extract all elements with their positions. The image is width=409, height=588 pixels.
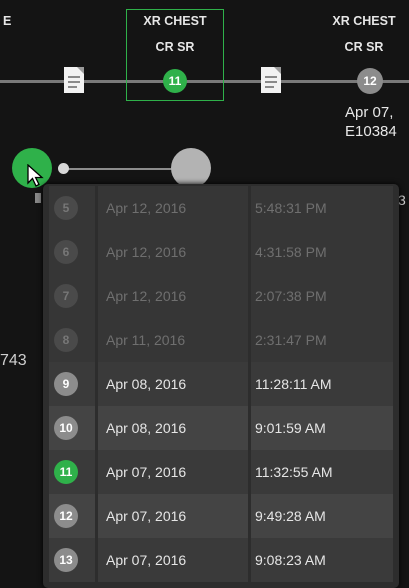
slider-end-handle[interactable]	[171, 148, 211, 188]
slider-dot[interactable]	[58, 163, 69, 174]
item-time: 2:07:38 PM	[255, 288, 327, 304]
study-12-id: E10384	[345, 123, 397, 140]
study-12-modality: XR CHEST	[332, 14, 396, 28]
list-item[interactable]: 13 Apr 07, 2016 9:08:23 AM	[49, 538, 393, 582]
timeline-left-label: E	[3, 14, 12, 28]
item-number: 13	[54, 548, 78, 572]
item-date: Apr 11, 2016	[106, 332, 186, 348]
list-item[interactable]: 5 Apr 12, 2016 5:48:31 PM	[49, 186, 393, 230]
list-item[interactable]: 10 Apr 08, 2016 9:01:59 AM	[49, 406, 393, 450]
left-edge-value: 743	[0, 352, 27, 369]
item-date: Apr 12, 2016	[106, 200, 187, 216]
item-number: 9	[54, 372, 78, 396]
item-date: Apr 12, 2016	[106, 244, 187, 260]
list-item[interactable]: 6 Apr 12, 2016 4:31:58 PM	[49, 230, 393, 274]
item-date: Apr 08, 2016	[106, 420, 187, 436]
list-item[interactable]: 9 Apr 08, 2016 11:28:11 AM	[49, 362, 393, 406]
item-date: Apr 07, 2016	[106, 508, 187, 524]
item-number: 6	[54, 240, 78, 264]
item-time: 9:49:28 AM	[255, 508, 326, 524]
item-number: 7	[54, 284, 78, 308]
list-item-selected[interactable]: 11 Apr 07, 2016 11:32:55 AM	[49, 450, 393, 494]
item-time: 11:28:11 AM	[255, 376, 332, 392]
item-number: 11	[54, 460, 78, 484]
item-number: 12	[54, 504, 78, 528]
item-date: Apr 08, 2016	[106, 376, 187, 392]
study-12-type: CR SR	[344, 40, 384, 54]
list-item[interactable]: 12 Apr 07, 2016 9:49:28 AM	[49, 494, 393, 538]
mouse-cursor-icon	[27, 164, 44, 187]
study-12-date: Apr 07,	[345, 104, 394, 121]
item-time: 9:08:23 AM	[255, 552, 326, 568]
item-date: Apr 07, 2016	[106, 464, 187, 480]
item-number: 5	[54, 196, 78, 220]
timeline-node-12[interactable]: 12	[357, 68, 383, 94]
right-edge-digit: 3	[398, 192, 406, 208]
item-number: 8	[54, 328, 78, 352]
document-icon[interactable]	[261, 67, 281, 93]
item-time: 9:01:59 AM	[255, 420, 326, 436]
document-icon[interactable]	[64, 67, 84, 93]
item-date: Apr 07, 2016	[106, 552, 187, 568]
partial-label	[35, 193, 41, 203]
item-time: 4:31:58 PM	[255, 244, 327, 260]
item-time: 2:31:47 PM	[255, 332, 327, 348]
item-time: 11:32:55 AM	[255, 464, 333, 480]
study-11-type: CR SR	[155, 40, 195, 54]
study-history-dropdown: 5 Apr 12, 2016 5:48:31 PM 6 Apr 12, 2016…	[43, 184, 399, 588]
timeline-node-11[interactable]: 11	[163, 69, 187, 93]
study-11-modality: XR CHEST	[143, 14, 207, 28]
list-item[interactable]: 8 Apr 11, 2016 2:31:47 PM	[49, 318, 393, 362]
item-date: Apr 12, 2016	[106, 288, 187, 304]
list-item[interactable]: 7 Apr 12, 2016 2:07:38 PM	[49, 274, 393, 318]
item-number: 10	[54, 416, 78, 440]
item-time: 5:48:31 PM	[255, 200, 327, 216]
